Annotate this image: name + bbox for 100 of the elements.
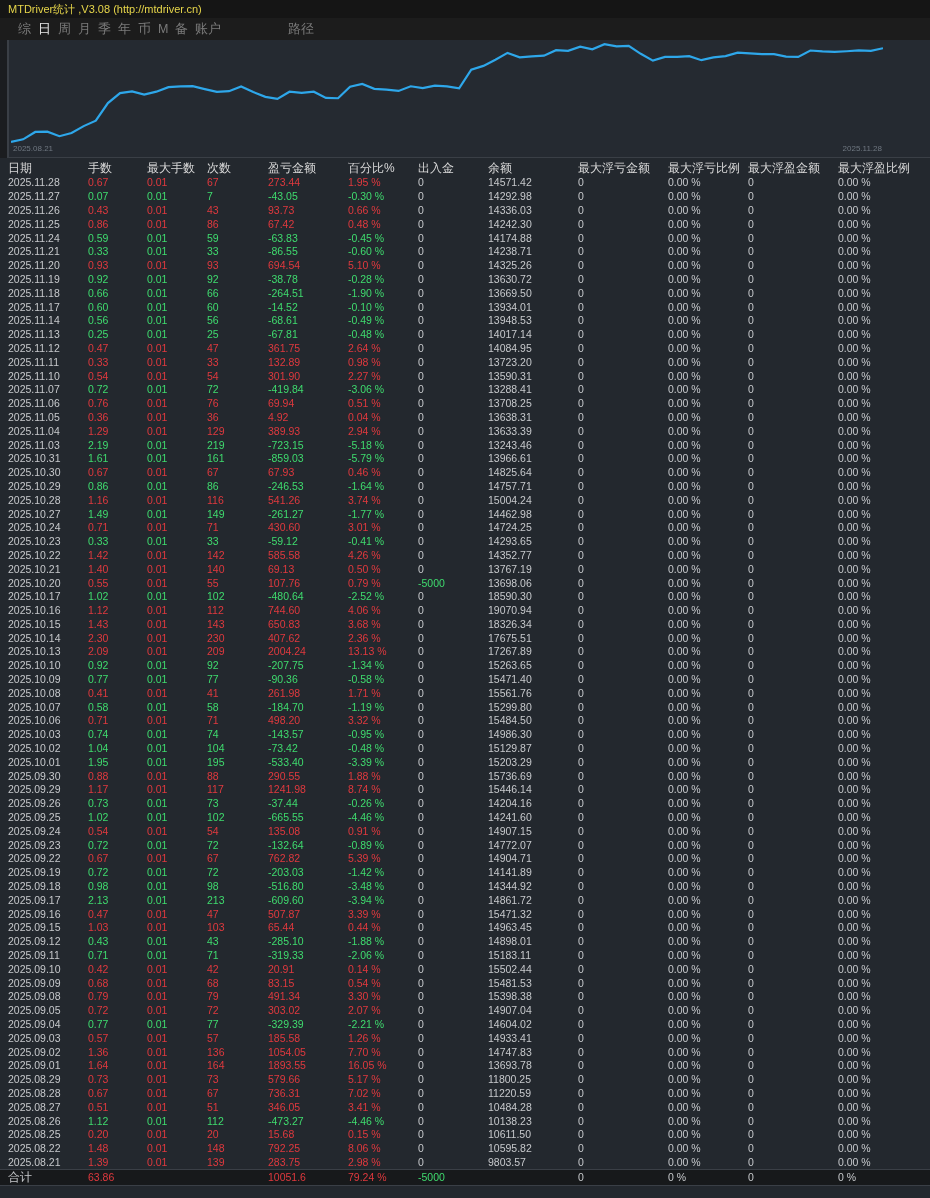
table-cell-text: 0.74 (88, 728, 110, 742)
table-cell-text: 0 (748, 1142, 755, 1156)
table-cell-text: 0 (578, 907, 585, 921)
table-cell-text: 2025.09.09 (8, 976, 62, 990)
table-cell-text: 0 (748, 259, 755, 273)
table-cell-text: 0.00 % (838, 286, 872, 300)
table-cell-text: 18326.34 (488, 617, 533, 631)
table-cell-text: 0 (418, 935, 425, 949)
table-cell-text: 1.71 % (348, 686, 382, 700)
table-cell-text: 2025.11.18 (8, 286, 61, 300)
table-cell-text: 93.73 (268, 204, 296, 217)
table-cell-text: 0.67 (88, 852, 110, 866)
table-cell-text: -1.64 % (348, 479, 386, 493)
table-cell-text: 0 (578, 1128, 585, 1142)
table-cell-text: 0 (578, 259, 585, 273)
table-cell-text: 2025.09.18 (8, 880, 62, 894)
table-cell-text: 0.00 % (668, 921, 702, 935)
table-cell-text: 74 (207, 728, 220, 742)
table-cell-text: 0 (418, 617, 425, 631)
table-cell-text: 0 (418, 976, 425, 990)
table-cell-text: 0.59 (88, 231, 110, 245)
tab[interactable]: 币 (138, 20, 151, 38)
table-cell-text: 2025.11.17 (8, 300, 61, 314)
tab[interactable]: 账户 (195, 20, 222, 38)
table-cell-text: 0 (748, 1087, 755, 1100)
table-cell-text: 0 (578, 397, 585, 411)
table-cell-text: 2025.10.09 (8, 673, 62, 687)
table-cell-text: 0 (418, 962, 425, 976)
table-cell-text: 15004.24 (488, 493, 533, 507)
table-cell-text: 0.00 % (668, 272, 702, 286)
table-cell-text: 0.54 (88, 824, 110, 838)
table-cell-text: 0 (578, 673, 585, 687)
table-cell-text: 0.01 (147, 852, 169, 866)
table-cell-text: 71 (207, 714, 220, 728)
table-cell-text: 0.01 (147, 935, 169, 949)
table-cell-text: 0 (418, 797, 425, 811)
table-cell-text: 0.00 % (838, 824, 872, 838)
table-cell-text: 79 (207, 990, 220, 1004)
table-cell-text: 56 (207, 314, 220, 328)
table-cell-text: 0.00 % (668, 410, 702, 424)
table-cell-text: 2025.09.16 (8, 907, 62, 921)
table-cell-text: 0 (578, 355, 585, 369)
table-cell-text: 0 (578, 645, 585, 659)
table-cell-text: 0.00 % (838, 935, 872, 949)
tab[interactable]: 年 (118, 20, 131, 38)
tab[interactable]: M (158, 22, 169, 36)
tab[interactable]: 综 (18, 20, 31, 38)
table-cell-text: -5.79 % (348, 452, 386, 466)
table-cell-text: 0.00 % (838, 341, 872, 355)
table-cell-text: 13.13 % (348, 645, 388, 659)
table-cell-text: 2025.11.14 (8, 314, 61, 328)
table-cell-text: 0.00 % (668, 714, 702, 728)
table-cell-text: 0 (748, 714, 755, 728)
table-cell-text: 0.01 (147, 548, 169, 562)
table-cell-text: 58 (207, 700, 220, 714)
tab[interactable]: 月 (78, 20, 91, 38)
table-cell-text: 0 (748, 217, 755, 231)
table-cell-text: 5.39 % (348, 852, 382, 866)
tab[interactable]: 周 (58, 20, 71, 38)
tab[interactable]: 备 (175, 20, 189, 38)
table-cell-text: 2025.11.13 (8, 328, 61, 342)
tab[interactable]: 路径 (288, 20, 315, 38)
table-cell-text: 0 (748, 369, 755, 383)
table-cell-text: -261.27 (268, 507, 305, 521)
table-cell-text: 13633.39 (488, 424, 533, 438)
table-cell-text: 0.01 (147, 1128, 169, 1142)
table-cell-text: 0 (418, 838, 425, 852)
table-cell-text: 0.01 (147, 204, 169, 217)
table-cell-text: 0 (418, 314, 425, 328)
table-cell-text: 14242.30 (488, 217, 533, 231)
table-cell-text: 0 (418, 880, 425, 894)
table-cell-text: 0.72 (88, 866, 110, 880)
table-cell-text: 0 (578, 866, 585, 880)
table-cell-text: 0.00 % (838, 328, 872, 342)
tab[interactable]: 季 (98, 20, 111, 38)
table-cell-text: 0.00 % (668, 838, 702, 852)
table-cell-text: 1.88 % (348, 769, 382, 783)
table-cell-text: 0.93 (88, 259, 110, 273)
table-cell-text: 0.01 (147, 507, 169, 521)
table-cell-text: 0 (578, 686, 585, 700)
table-cell-text: 0.71 (88, 949, 110, 962)
table-cell-text: 71 (207, 521, 220, 535)
table-cell-text: 0 (748, 893, 755, 907)
table-cell-text: 51 (207, 1100, 220, 1114)
table-cell-text: 14724.25 (488, 521, 533, 535)
table-cell-text: 0 (748, 245, 755, 259)
table-cell-text: 76 (207, 397, 220, 411)
table-cell-text: 0.01 (147, 1100, 169, 1114)
table-cell-text: 14293.65 (488, 535, 533, 549)
table-cell-text: 0.00 % (668, 893, 702, 907)
table-cell-text: 0 (418, 811, 425, 825)
table-cell-text: 0.00 % (838, 1100, 872, 1114)
tab[interactable]: 日 (38, 20, 51, 38)
table-cell-text: -419.84 (268, 383, 305, 397)
table-cell-text: 0.72 (88, 838, 110, 852)
table-cell-text: 0.00 % (838, 1031, 872, 1045)
table-cell-text: 2.13 (88, 893, 110, 907)
table-cell-text: 67.93 (268, 466, 296, 480)
table-cell-text: 25 (207, 328, 220, 342)
table-cell-text: 0 (418, 907, 425, 921)
